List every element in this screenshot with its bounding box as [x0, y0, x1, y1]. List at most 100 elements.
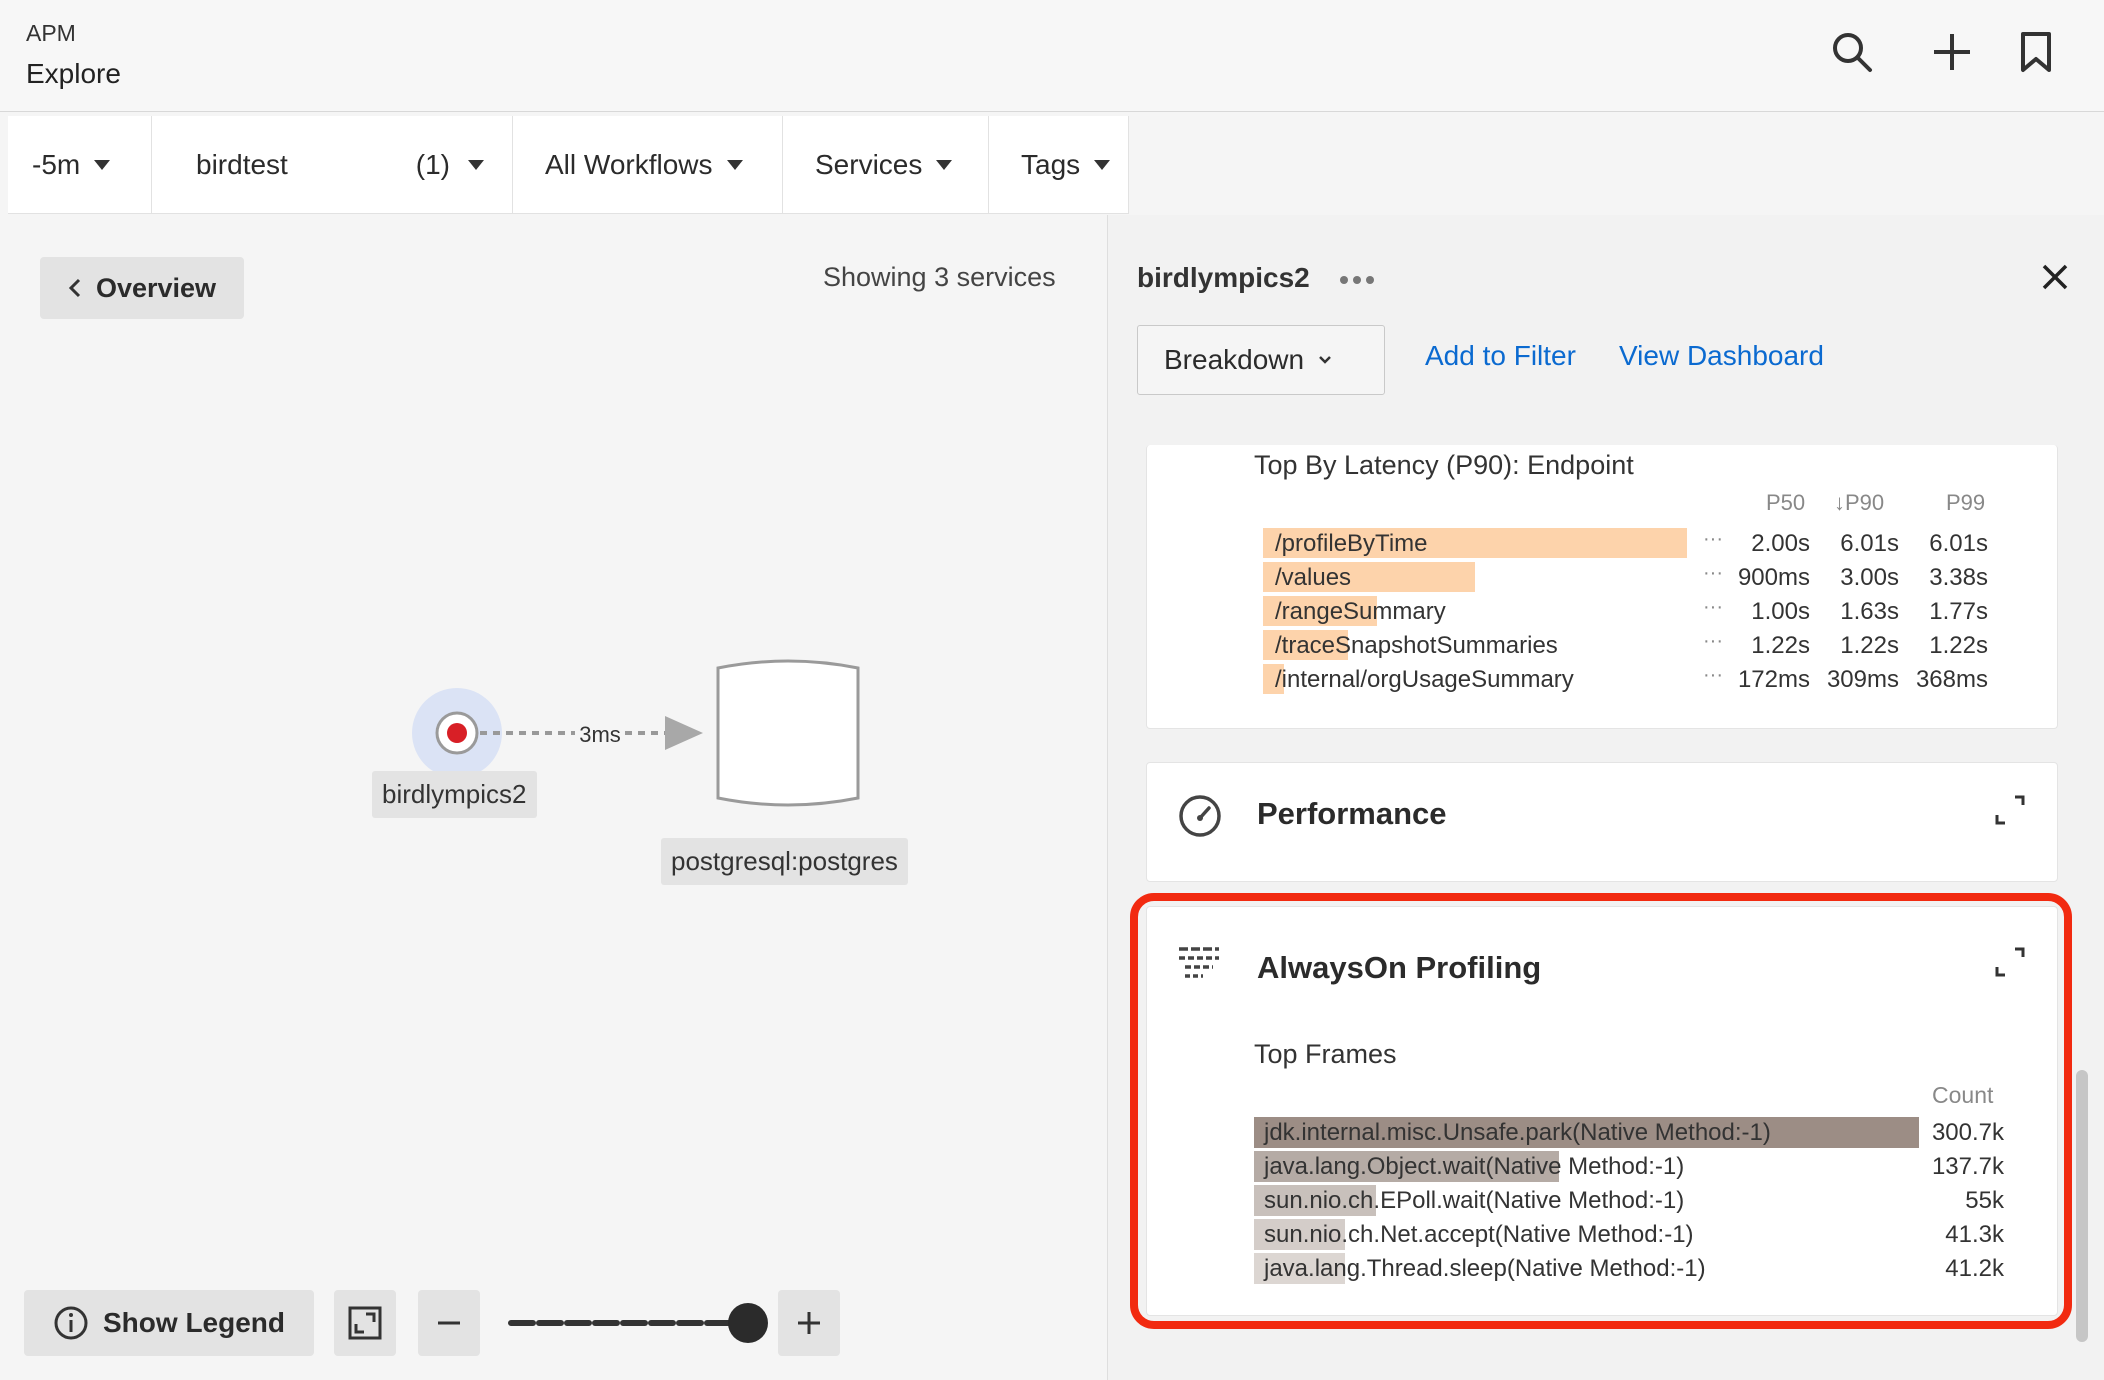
showing-services-text: Showing 3 services	[823, 262, 1056, 292]
zoom-slider-handle[interactable]	[728, 1303, 768, 1343]
frame-row[interactable]: sun.nio.ch.Net.accept(Native Method:-1) 4…	[1254, 1219, 2004, 1250]
breakdown-label: Breakdown	[1164, 344, 1305, 375]
endpoint-name: /traceSnapshotSummaries	[1275, 632, 1558, 659]
plus-icon[interactable]	[1926, 26, 1978, 78]
expand-icon[interactable]	[1993, 793, 2027, 827]
latency-row[interactable]: /values ··· 900ms 3.00s 3.38s	[1263, 562, 2003, 592]
latency-p50: 1.22s	[1751, 632, 1810, 659]
database-node-label: postgresql:postgres	[661, 838, 908, 885]
frame-count: 41.2k	[1945, 1255, 2004, 1282]
frame-row[interactable]: java.lang.Object.wait(Native Method:-1) 1…	[1254, 1151, 2004, 1182]
latency-p90: 1.63s	[1840, 598, 1899, 625]
fit-screen-icon	[348, 1306, 382, 1340]
frame-row[interactable]: sun.nio.ch.EPoll.wait(Native Method:-1) 5…	[1254, 1185, 2004, 1216]
view-dashboard-link[interactable]: View Dashboard	[1619, 340, 1824, 372]
latency-row[interactable]: /profileByTime ··· 2.00s 6.01s 6.01s	[1263, 528, 2003, 558]
time-range-dropdown[interactable]: -5m	[8, 116, 152, 214]
plus-icon	[798, 1312, 820, 1334]
frame-row[interactable]: jdk.internal.misc.Unsafe.park(Native Met…	[1254, 1117, 2004, 1148]
zoom-out-button[interactable]	[418, 1290, 480, 1356]
column-header-p90: ↓P90	[1834, 490, 1885, 515]
breakdown-dropdown[interactable]: Breakdown	[1137, 325, 1385, 395]
chevron-down-icon	[936, 160, 953, 170]
latency-p90: 1.22s	[1840, 632, 1899, 659]
show-legend-label: Show Legend	[103, 1307, 285, 1338]
app-label: APM	[26, 20, 76, 46]
overview-label: Overview	[95, 272, 217, 303]
latency-p99: 1.77s	[1929, 598, 1988, 625]
latency-p50: 1.00s	[1751, 598, 1810, 625]
latency-row[interactable]: /internal/orgUsageSummary ··· 172ms 309ms 36…	[1263, 664, 2003, 694]
expand-icon[interactable]	[1993, 945, 2027, 979]
frame-row[interactable]: java.lang.Thread.sleep(Native Method:-1)…	[1254, 1253, 2004, 1284]
environment-dropdown[interactable]: birdtest (1)	[152, 116, 513, 214]
workflows-dropdown[interactable]: All Workflows	[513, 116, 783, 214]
latency-p90: 3.00s	[1840, 564, 1899, 591]
filter-bar: -5m birdtest (1) All Workflows Services …	[8, 116, 1129, 214]
endpoint-name: /internal/orgUsageSummary	[1275, 666, 1574, 693]
edge-latency-label: 3ms	[579, 722, 621, 747]
chevron-down-icon	[1094, 160, 1111, 170]
frame-count: 55k	[1965, 1187, 2004, 1214]
profiling-title: AlwaysOn Profiling	[1257, 950, 1542, 985]
show-legend-button[interactable]: Show Legend	[24, 1290, 314, 1356]
search-icon[interactable]	[1826, 26, 1878, 78]
row-menu-icon[interactable]: ···	[1703, 630, 1723, 653]
top-frames-title: Top Frames	[1254, 1039, 1397, 1069]
frame-name: java.lang.Thread.sleep(Native Method:-1)	[1264, 1255, 1706, 1282]
overview-button[interactable]: Overview	[40, 257, 244, 319]
row-menu-icon[interactable]: ···	[1703, 664, 1723, 687]
frame-count: 137.7k	[1931, 1153, 2004, 1180]
bookmark-icon[interactable]	[2010, 26, 2062, 78]
row-menu-icon[interactable]: ···	[1703, 596, 1723, 619]
endpoint-name: /rangeSummary	[1275, 598, 1446, 625]
services-dropdown[interactable]: Services	[783, 116, 989, 214]
endpoint-name: /profileByTime	[1275, 530, 1428, 557]
database-node[interactable]	[716, 659, 860, 807]
latency-row[interactable]: /rangeSummary ··· 1.00s 1.63s 1.77s	[1263, 596, 2003, 626]
chevron-down-icon	[1319, 356, 1331, 364]
latency-p99: 368ms	[1915, 666, 1988, 693]
latency-p50: 2.00s	[1751, 530, 1810, 557]
gauge-icon	[1179, 795, 1221, 837]
service-node-label: birdlympics2	[372, 771, 537, 818]
performance-card[interactable]: Performance	[1146, 762, 2058, 882]
chevron-down-icon	[468, 160, 484, 170]
fit-to-screen-button[interactable]	[334, 1290, 396, 1356]
frame-name: sun.nio.ch.EPoll.wait(Native Method:-1)	[1264, 1187, 1685, 1214]
services-label: Services	[815, 149, 923, 180]
tags-label: Tags	[1021, 149, 1081, 180]
environment-label: birdtest	[196, 149, 288, 180]
service-node-dot	[447, 723, 467, 743]
edge-arrow-icon	[665, 716, 703, 750]
chevron-down-icon	[94, 160, 111, 170]
add-to-filter-link[interactable]: Add to Filter	[1425, 340, 1576, 372]
more-options-icon[interactable]	[1338, 270, 1376, 290]
column-header-p50: P50	[1766, 490, 1806, 515]
frame-count: 41.3k	[1945, 1221, 2004, 1248]
latency-p50: 172ms	[1737, 666, 1810, 693]
panel-scrollbar[interactable]	[2076, 1070, 2088, 1342]
frame-count: 300.7k	[1931, 1119, 2004, 1146]
zoom-in-button[interactable]	[778, 1290, 840, 1356]
row-menu-icon[interactable]: ···	[1703, 562, 1723, 585]
environment-count: (1)	[415, 149, 450, 180]
tags-dropdown[interactable]: Tags	[989, 116, 1129, 214]
page-title: Explore	[26, 58, 121, 89]
frame-name: jdk.internal.misc.Unsafe.park(Native Met…	[1264, 1119, 1771, 1146]
chevron-down-icon	[726, 160, 743, 170]
top-header: APM Explore	[0, 0, 2104, 112]
row-menu-icon[interactable]: ···	[1703, 528, 1723, 551]
profiling-icon	[1179, 947, 1219, 978]
latency-p90: 6.01s	[1840, 530, 1899, 557]
latency-p50: 900ms	[1737, 564, 1810, 591]
latency-row[interactable]: /traceSnapshotSummaries ··· 1.22s 1.22s 1.22…	[1263, 630, 2003, 660]
chevron-left-icon	[68, 278, 81, 298]
info-icon	[54, 1306, 88, 1340]
time-range-label: -5m	[32, 149, 81, 180]
close-icon[interactable]	[2040, 262, 2070, 292]
zoom-slider[interactable]	[505, 1302, 775, 1344]
frame-name: sun.nio.ch.Net.accept(Native Method:-1)	[1264, 1221, 1694, 1248]
latency-title: Top By Latency (P90): Endpoint	[1254, 450, 1634, 480]
column-header-p99: P99	[1946, 490, 1986, 515]
